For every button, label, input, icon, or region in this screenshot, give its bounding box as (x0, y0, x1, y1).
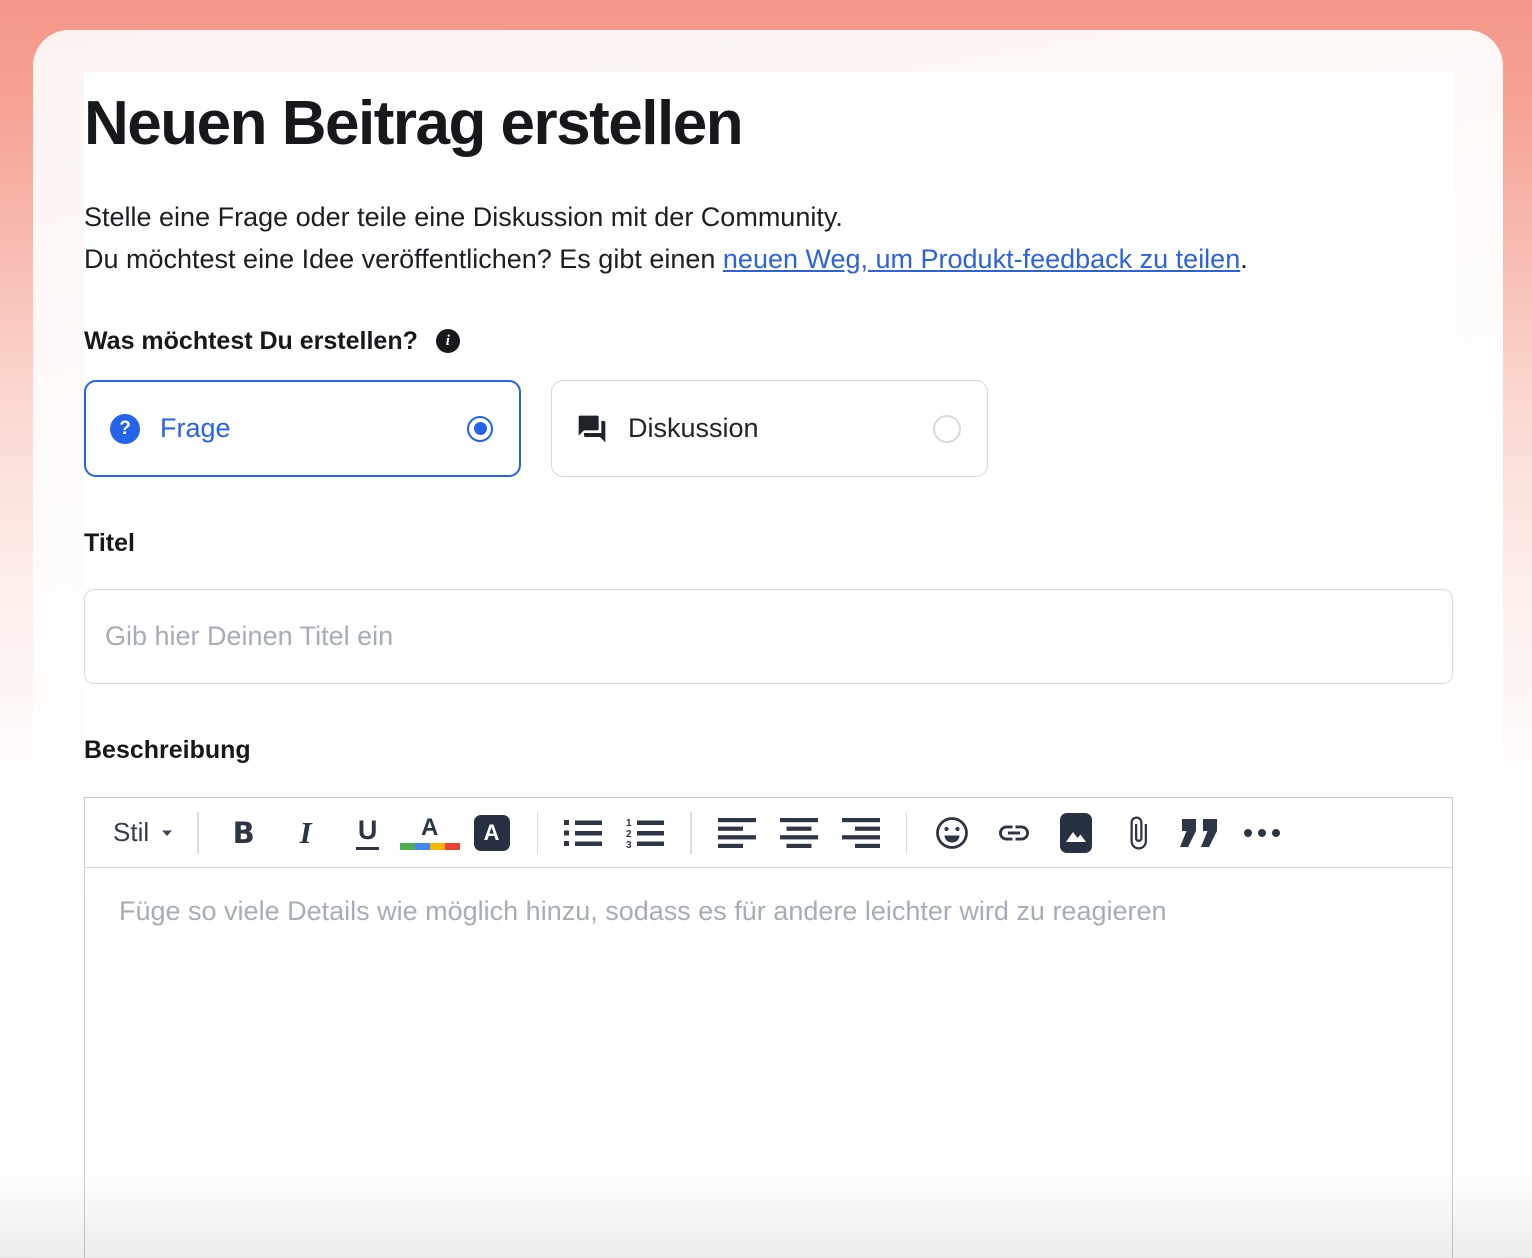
underline-button[interactable]: U (346, 809, 390, 857)
align-left-icon (717, 817, 756, 849)
help-question-icon: ? (110, 413, 140, 444)
image-icon (1059, 812, 1093, 854)
chevron-down-icon (161, 829, 173, 837)
option-card-frage[interactable]: ? Frage (84, 380, 521, 477)
paperclip-icon (1120, 815, 1156, 851)
toolbar-divider (536, 811, 539, 854)
highlight-color-icon: A (473, 814, 510, 851)
intro-line2-suffix: . (1240, 244, 1248, 274)
description-editor-area[interactable]: Füge so viele Details wie möglich hinzu,… (85, 868, 1452, 1258)
attachment-button[interactable] (1116, 809, 1160, 857)
numbered-list-icon: 1 2 3 (625, 817, 665, 849)
dialog-card: Neuen Beitrag erstellen Stelle eine Frag… (33, 30, 1503, 1258)
intro-line2-prefix: Du möchtest eine Idee veröffentlichen? E… (84, 244, 723, 274)
align-right-button[interactable] (839, 809, 883, 857)
text-color-button[interactable]: A (399, 809, 460, 857)
bullet-list-button[interactable] (561, 809, 605, 857)
bold-icon: B (232, 815, 255, 850)
title-label: Titel (84, 529, 135, 557)
bold-button[interactable]: B (222, 809, 266, 857)
post-type-label: Was möchtest Du erstellen? (84, 326, 418, 355)
svg-text:3: 3 (626, 840, 632, 849)
align-center-icon (779, 817, 818, 849)
emoji-icon (934, 815, 970, 851)
editor-toolbar: Stil B I U A A 1 2 3 (85, 798, 1452, 868)
radio-frage-selected[interactable] (467, 415, 493, 442)
align-center-button[interactable] (777, 809, 821, 857)
radio-diskussion-unselected[interactable] (933, 414, 961, 443)
italic-icon: I (299, 814, 312, 850)
toolbar-divider (905, 811, 908, 854)
text-color-bar (399, 842, 460, 850)
style-dropdown[interactable]: Stil (103, 809, 183, 857)
text-color-icon: A (420, 813, 439, 841)
option-card-diskussion[interactable]: Diskussion (551, 380, 988, 477)
description-placeholder: Füge so viele Details wie möglich hinzu,… (119, 896, 1167, 926)
feedback-link[interactable]: neuen Weg, um Produkt-feedback zu teilen (723, 244, 1240, 274)
bullet-list-icon (563, 817, 603, 849)
title-input[interactable] (84, 589, 1453, 684)
emoji-button[interactable] (930, 809, 974, 857)
svg-text:1: 1 (626, 818, 632, 829)
toolbar-divider (197, 811, 199, 854)
option-label-diskussion: Diskussion (628, 413, 759, 443)
info-icon[interactable]: i (435, 329, 460, 353)
option-label-frage: Frage (160, 413, 231, 443)
align-left-button[interactable] (715, 809, 759, 857)
toolbar-divider (690, 811, 692, 854)
style-dropdown-label: Stil (113, 817, 150, 847)
forum-chat-icon (576, 413, 608, 445)
description-label: Beschreibung (84, 736, 251, 764)
svg-text:2: 2 (626, 829, 632, 840)
italic-button[interactable]: I (284, 809, 328, 857)
quote-icon (1179, 817, 1221, 849)
highlight-color-button[interactable]: A (470, 809, 514, 857)
image-button[interactable] (1054, 809, 1098, 857)
link-button[interactable] (992, 809, 1036, 857)
quote-button[interactable] (1178, 809, 1222, 857)
underline-icon: U (355, 815, 380, 850)
intro-line1: Stelle eine Frage oder teile eine Diskus… (84, 202, 843, 232)
rich-text-editor: Stil B I U A A 1 2 3 Füge so viele Detai… (84, 797, 1453, 1258)
form-panel: Neuen Beitrag erstellen Stelle eine Frag… (84, 72, 1455, 1258)
intro-line2: Du möchtest eine Idee veröffentlichen? E… (84, 238, 1455, 280)
numbered-list-button[interactable]: 1 2 3 (623, 809, 667, 857)
post-type-label-row: Was möchtest Du erstellen? i (84, 324, 1455, 358)
intro-text: Stelle eine Frage oder teile eine Diskus… (84, 196, 1455, 280)
more-options-icon (1242, 828, 1282, 838)
post-type-options: ? Frage Diskussion (84, 380, 1455, 477)
link-icon (996, 815, 1032, 851)
page-title: Neuen Beitrag erstellen (84, 89, 744, 158)
more-options-button[interactable] (1240, 809, 1284, 857)
align-right-icon (841, 817, 880, 849)
